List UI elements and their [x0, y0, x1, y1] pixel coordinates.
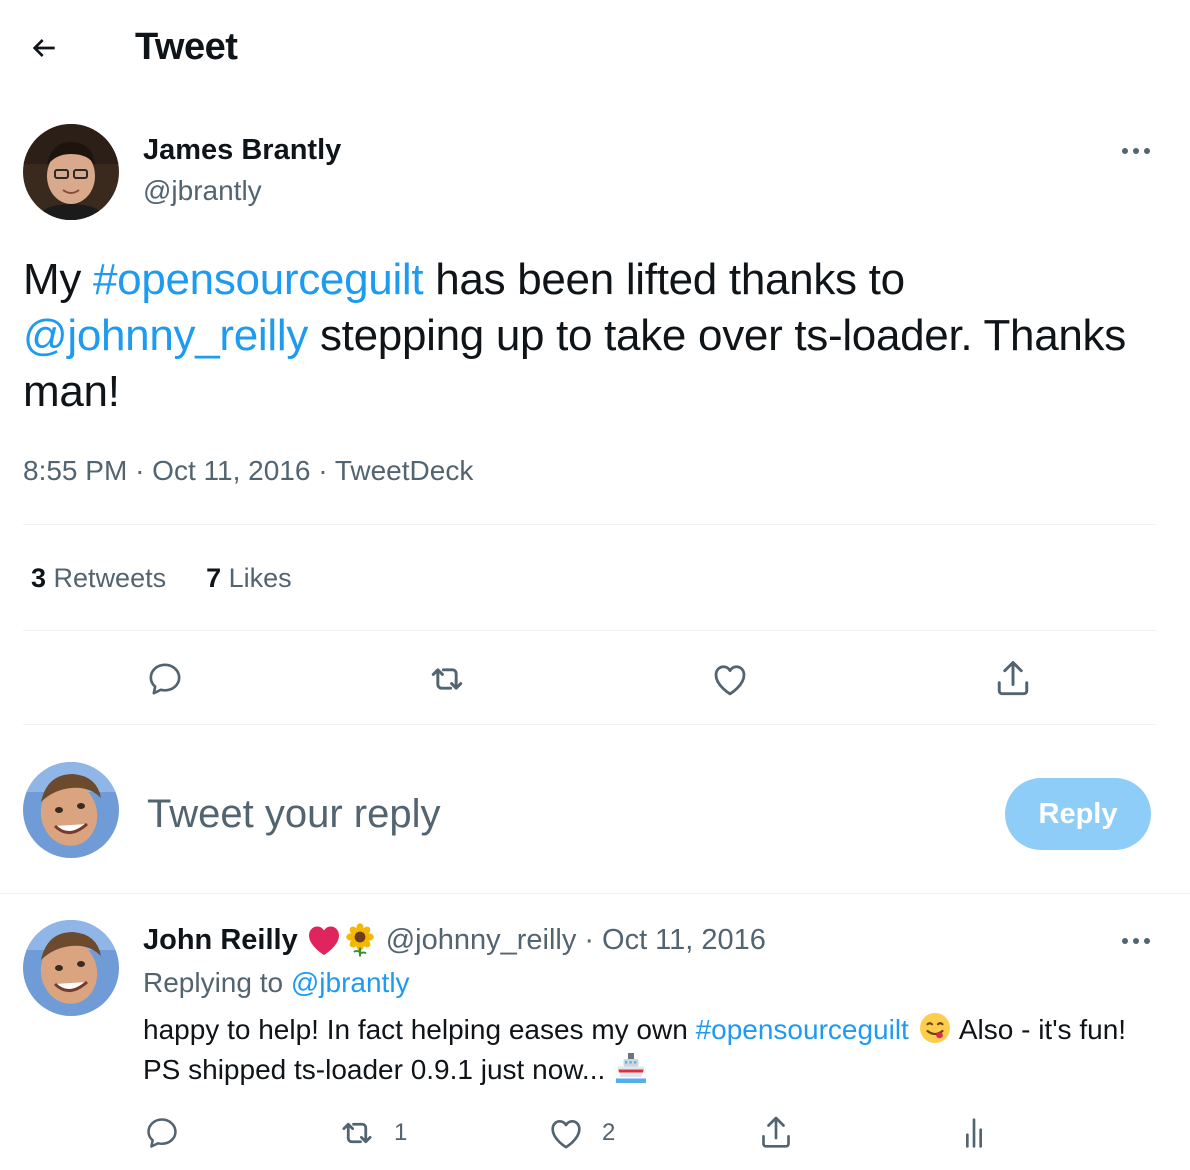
share-icon	[762, 1116, 790, 1148]
reply-icon	[147, 1118, 177, 1148]
retweet-count: 1	[394, 1119, 408, 1146]
engagement-stats: 3 Retweets 7 Likes	[31, 563, 292, 594]
meta-separator: ·	[318, 455, 328, 486]
hashtag-link[interactable]: #opensourceguilt	[93, 255, 424, 304]
retweet-icon	[431, 668, 463, 690]
mention-link[interactable]: @johnny_reilly	[23, 311, 308, 360]
tweet-source[interactable]: TweetDeck	[335, 455, 474, 486]
retweet-icon	[342, 1122, 372, 1144]
retweet-button[interactable]	[422, 654, 472, 704]
reply-reply-button[interactable]	[143, 1110, 181, 1156]
analytics-button[interactable]	[954, 1110, 994, 1156]
retweets-stat[interactable]: 3 Retweets	[31, 563, 166, 594]
tweet-time[interactable]: 8:55 PM	[23, 455, 127, 486]
reply-author-avatar[interactable]	[23, 920, 119, 1016]
meta-separator: ·	[584, 923, 595, 956]
emoji-group	[306, 922, 378, 958]
retweets-count: 3	[31, 563, 47, 593]
reply-author-name[interactable]: John Reilly	[143, 924, 298, 957]
author-avatar[interactable]	[23, 124, 119, 220]
savoring-face-emoji	[919, 1013, 950, 1043]
divider	[23, 630, 1156, 631]
reply-header: John Reilly @johnny_reilly · Oct 11, 201…	[143, 922, 766, 958]
reply-button[interactable]	[140, 654, 190, 704]
ship-emoji	[616, 1053, 647, 1083]
likes-count: 7	[206, 563, 222, 593]
reply-submit-button[interactable]: Reply	[1005, 778, 1151, 850]
retweets-label: Retweets	[53, 563, 167, 593]
reply-author-handle[interactable]: @johnny_reilly	[386, 924, 577, 957]
analytics-icon	[966, 1118, 982, 1148]
tweet-text-part: My	[23, 255, 93, 304]
sunflower-emoji	[345, 923, 374, 957]
likes-label: Likes	[228, 563, 292, 593]
tweet-date[interactable]: Oct 11, 2016	[152, 455, 310, 486]
reply-date[interactable]: Oct 11, 2016	[602, 924, 766, 957]
top-bar: Tweet	[0, 0, 1190, 96]
red-heart-emoji	[308, 926, 339, 955]
page-title: Tweet	[135, 26, 238, 68]
like-button[interactable]	[705, 654, 755, 704]
current-user-avatar[interactable]	[23, 762, 119, 858]
more-options-button[interactable]	[1114, 136, 1158, 166]
like-count: 2	[602, 1119, 616, 1146]
replying-prefix: Replying to	[143, 967, 291, 998]
more-icon	[1122, 938, 1150, 944]
reply-like-button[interactable]: 2	[546, 1110, 615, 1156]
reply-more-options-button[interactable]	[1114, 926, 1158, 956]
divider	[0, 893, 1190, 894]
author-handle[interactable]: @jbrantly	[143, 175, 262, 207]
likes-stat[interactable]: 7 Likes	[206, 563, 292, 594]
divider	[23, 724, 1156, 725]
reply-retweet-button[interactable]: 1	[336, 1110, 407, 1156]
replying-to: Replying to @jbrantly	[143, 967, 410, 999]
author-name[interactable]: James Brantly	[143, 134, 341, 167]
reply-icon	[149, 663, 181, 695]
reply-text-part: happy to help! In fact helping eases my …	[143, 1014, 696, 1045]
like-icon	[551, 1120, 581, 1149]
reply-text: happy to help! In fact helping eases my …	[143, 1010, 1163, 1090]
replying-to-link[interactable]: @jbrantly	[291, 967, 410, 998]
like-icon	[714, 665, 746, 696]
divider	[23, 524, 1156, 525]
tweet-text: My #opensourceguilt has been lifted than…	[23, 252, 1143, 420]
back-button[interactable]	[22, 26, 66, 70]
tweet-text-part: has been lifted thanks to	[423, 255, 905, 304]
reply-input[interactable]	[147, 786, 967, 842]
reply-share-button[interactable]	[756, 1110, 796, 1156]
tweet-meta: 8:55 PM · Oct 11, 2016 · TweetDeck	[23, 455, 473, 487]
share-icon	[997, 661, 1029, 696]
meta-separator: ·	[135, 455, 145, 486]
share-button[interactable]	[988, 654, 1038, 704]
more-icon	[1122, 148, 1150, 154]
hashtag-link[interactable]: #opensourceguilt	[696, 1014, 909, 1045]
back-arrow-icon	[32, 39, 55, 57]
